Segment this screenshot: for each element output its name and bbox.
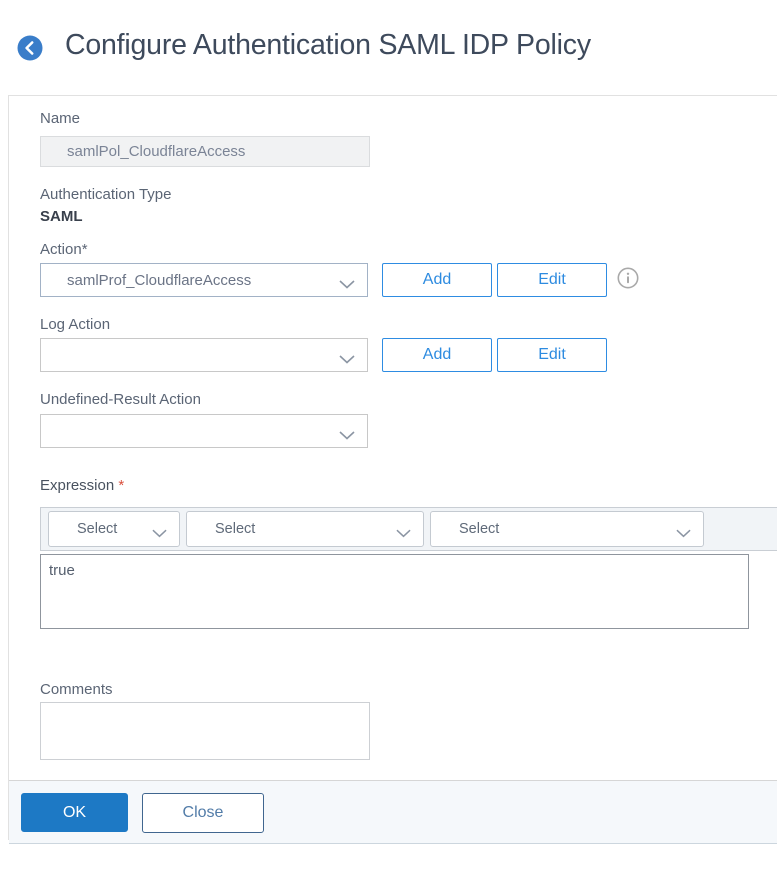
log-action-row: Add Edit — [40, 338, 777, 372]
close-button[interactable]: Close — [142, 793, 264, 833]
chevron-down-icon — [676, 525, 691, 543]
form-footer: OK Close — [9, 780, 777, 844]
form-panel: Name Authentication Type SAML Action* sa… — [8, 95, 777, 840]
authentication-type-value: SAML — [40, 207, 777, 227]
undefined-result-action-label: Undefined-Result Action — [40, 390, 777, 410]
chevron-down-icon — [339, 276, 355, 294]
ok-button[interactable]: OK — [21, 793, 128, 832]
expression-select-1[interactable]: Select — [48, 511, 180, 547]
chevron-down-icon — [339, 351, 355, 369]
action-add-button[interactable]: Add — [382, 263, 492, 297]
undefined-result-action-row — [40, 414, 777, 448]
form-content: Name Authentication Type SAML Action* sa… — [9, 109, 777, 760]
log-action-select[interactable] — [40, 338, 368, 372]
undefined-result-action-select[interactable] — [40, 414, 368, 448]
action-row: samlProf_CloudflareAccess Add Edit — [40, 263, 777, 297]
name-input[interactable] — [40, 136, 370, 167]
expression-toolbar: Select Select Select — [40, 507, 777, 551]
chevron-down-icon — [396, 525, 411, 543]
arrow-left-icon — [17, 49, 43, 64]
expression-select-3[interactable]: Select — [430, 511, 704, 547]
name-label: Name — [40, 109, 777, 129]
back-button[interactable] — [17, 35, 43, 61]
log-action-add-button[interactable]: Add — [382, 338, 492, 372]
action-label: Action* — [40, 240, 777, 260]
expression-textarea[interactable]: true — [40, 554, 749, 629]
chevron-down-icon — [152, 525, 167, 543]
action-edit-button[interactable]: Edit — [497, 263, 607, 297]
comments-textarea[interactable] — [40, 702, 370, 760]
action-select[interactable]: samlProf_CloudflareAccess — [40, 263, 368, 297]
action-select-value: samlProf_CloudflareAccess — [41, 272, 251, 289]
expression-label: Expression * — [40, 476, 777, 496]
info-icon[interactable] — [617, 267, 639, 294]
authentication-type-label: Authentication Type — [40, 185, 777, 205]
chevron-down-icon — [339, 427, 355, 445]
expression-select-2[interactable]: Select — [186, 511, 424, 547]
log-action-edit-button[interactable]: Edit — [497, 338, 607, 372]
page-header: Configure Authentication SAML IDP Policy — [0, 0, 777, 95]
log-action-label: Log Action — [40, 315, 777, 335]
page-title: Configure Authentication SAML IDP Policy — [65, 29, 591, 62]
comments-label: Comments — [40, 680, 777, 700]
required-asterisk: * — [118, 477, 124, 494]
